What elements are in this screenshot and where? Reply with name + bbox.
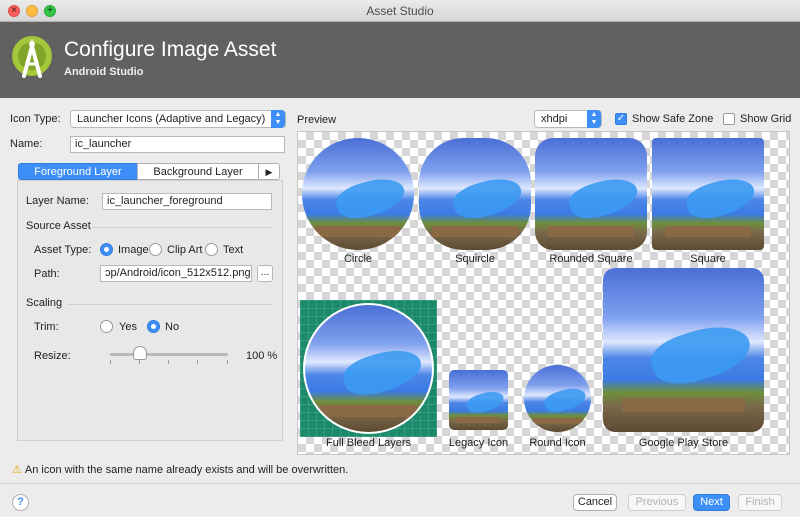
overwrite-warning: ⚠ An icon with the same name already exis… [12,463,348,476]
show-safe-zone-checkbox[interactable]: ✓ [615,113,627,125]
overwrite-warning-text: An icon with the same name already exist… [24,464,349,476]
cancel-button[interactable]: Cancel [573,494,617,511]
trim-no-label: No [165,321,180,333]
asset-type-text-radio[interactable] [205,243,218,256]
asset-type-label: Asset Type: [34,244,92,256]
icon-type-select[interactable]: Launcher Icons (Adaptive and Legacy) ▲ ▼ [70,110,286,128]
resize-slider-track[interactable] [110,353,228,356]
layer-name-label: Layer Name: [26,195,89,207]
tab-foreground-layer[interactable]: Foreground Layer [18,163,138,180]
select-arrows-icon: ▲ ▼ [587,110,601,128]
previous-button[interactable]: Previous [628,494,686,511]
scaling-divider [68,304,272,305]
trim-label: Trim: [34,321,59,333]
show-grid-checkbox[interactable] [723,113,735,125]
circle-icon-preview [302,138,414,250]
play-store-caption: Google Play Store [638,437,729,449]
resize-label: Resize: [34,350,71,362]
select-arrows-icon: ▲ ▼ [271,110,285,128]
square-caption: Square [690,253,726,265]
tab-scroll-right-button[interactable]: ▶ [258,163,280,180]
header-subtitle: Android Studio [64,66,144,78]
path-input[interactable]: ɔp/Android/icon_512x512.png [100,265,252,282]
layer-name-input[interactable]: ic_launcher_foreground [102,193,272,210]
legacy-icon-caption: Legacy Icon [448,437,509,449]
full-bleed-caption: Full Bleed Layers [326,437,411,449]
round-icon-preview [524,365,591,432]
warning-icon: ⚠ [12,464,22,476]
play-store-icon-preview [603,268,764,432]
layer-tabs: Foreground Layer Background Layer ▶ [18,163,280,181]
legacy-icon-preview [449,370,508,430]
asset-type-clipart-radio[interactable] [149,243,162,256]
preview-area: Circle Squircle Rounded Square Square Fu… [297,131,790,455]
scaling-heading: Scaling [26,297,63,309]
window-title: Asset Studio [366,4,434,18]
asset-type-image-label: Image [118,244,149,256]
checkmark-icon: ✓ [616,113,626,124]
name-input[interactable]: ic_launcher [70,136,285,153]
preview-label: Preview [297,114,337,126]
asset-type-image-radio[interactable] [100,243,113,256]
finish-button[interactable]: Finish [738,494,782,511]
asset-type-text-label: Text [223,244,244,256]
resize-slider-thumb[interactable] [132,346,147,360]
round-icon-caption: Round Icon [529,437,586,449]
resize-value: 100 % [246,350,278,362]
rounded-square-caption: Rounded Square [549,253,633,265]
show-grid-label: Show Grid [740,113,792,125]
trim-no-radio[interactable] [147,320,160,333]
slider-tick [110,360,111,364]
android-studio-logo-icon [12,36,52,78]
wizard-header: Configure Image Asset Android Studio [0,22,800,98]
density-value: xhdpi [541,113,568,125]
trim-yes-label: Yes [119,321,137,333]
header-title: Configure Image Asset [64,38,277,61]
source-asset-divider [92,227,272,228]
slider-tick [227,360,228,364]
slider-tick [139,360,140,364]
window-titlebar: × + Asset Studio [0,0,800,22]
next-button[interactable]: Next [693,494,730,511]
help-button[interactable]: ? [12,494,29,511]
slider-tick [197,360,198,364]
circle-caption: Circle [343,253,373,265]
squircle-icon-preview [419,138,531,250]
square-icon-preview [652,138,764,250]
name-label: Name: [10,138,43,150]
density-select[interactable]: xhdpi ▲ ▼ [534,110,602,128]
full-bleed-icon-preview [303,303,434,434]
path-label: Path: [34,268,60,280]
footer-divider [0,483,800,484]
asset-type-clipart-label: Clip Art [167,244,203,256]
source-asset-heading: Source Asset [26,220,91,232]
trim-yes-radio[interactable] [100,320,113,333]
slider-tick [168,360,169,364]
rounded-square-icon-preview [535,138,647,250]
tab-background-layer[interactable]: Background Layer [137,163,259,180]
browse-path-button[interactable]: ... [257,265,273,282]
icon-type-label: Icon Type: [10,113,61,125]
icon-type-value: Launcher Icons (Adaptive and Legacy) [77,113,266,125]
show-safe-zone-label: Show Safe Zone [632,113,714,125]
squircle-caption: Squircle [455,253,495,265]
